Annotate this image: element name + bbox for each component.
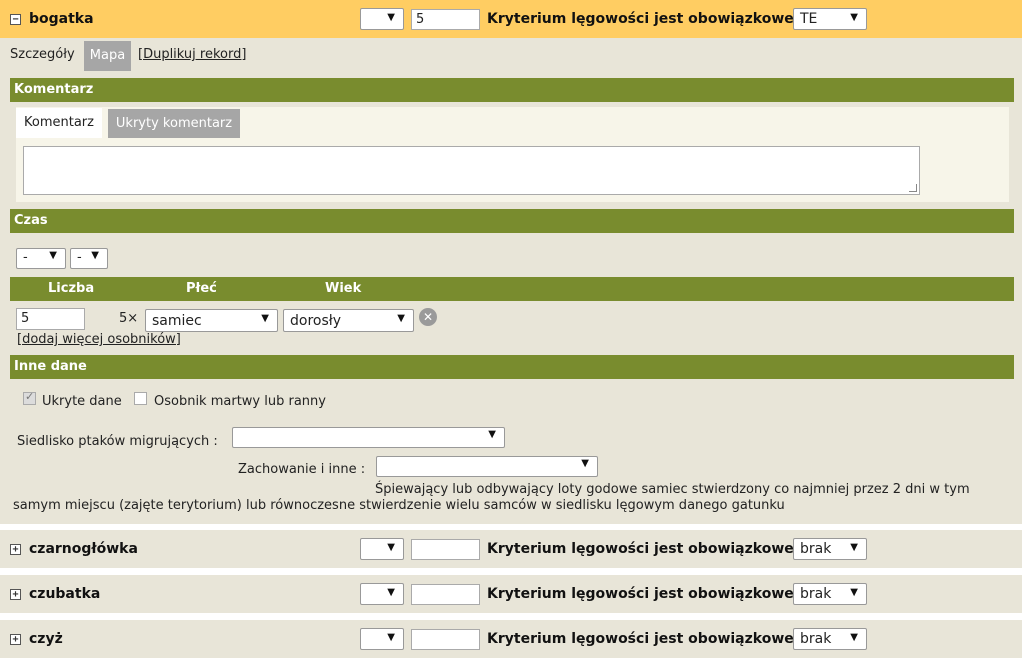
chevron-down-icon: ▼ (387, 12, 395, 23)
criterion-select[interactable]: brak ▼ (793, 628, 867, 650)
behaviour-select[interactable]: ▼ (376, 456, 598, 477)
criterion-select[interactable]: TE ▼ (793, 8, 867, 30)
header-age: Wiek (325, 281, 362, 296)
age-select[interactable]: dorosły ▼ (283, 309, 414, 332)
multiplier-text: 5× (119, 311, 139, 326)
sex-value: samiec (152, 313, 202, 329)
count-table-header: Liczba Płeć Wiek (10, 277, 1014, 301)
count-input[interactable] (411, 538, 480, 560)
species-header-czyz[interactable]: + czyż ▼ Kryterium lęgowości jest obowią… (0, 620, 1022, 658)
chevron-down-icon: ▼ (850, 632, 858, 643)
species-name: czyż (29, 631, 63, 647)
chevron-down-icon: ▼ (397, 313, 405, 324)
species-name: czubatka (29, 586, 101, 602)
behaviour-description-line2: samym miejscu (zajęte terytorium) lub ró… (13, 498, 785, 513)
status-select[interactable]: ▼ (360, 538, 404, 560)
migratory-habitat-label: Siedlisko ptaków migrujących : (17, 434, 218, 449)
comment-textarea[interactable] (23, 146, 920, 195)
count-input[interactable]: 5 (411, 8, 480, 30)
species-header-czarnoglowka[interactable]: + czarnogłówka ▼ Kryterium lęgowości jes… (0, 530, 1022, 568)
dead-injured-checkbox[interactable] (134, 392, 147, 405)
status-select[interactable]: ▼ (360, 628, 404, 650)
hidden-data-label: Ukryte dane (42, 394, 122, 409)
tab-map[interactable]: Mapa (84, 41, 131, 71)
count-input[interactable] (411, 583, 480, 605)
collapse-icon[interactable]: − (10, 13, 21, 25)
status-select[interactable]: ▼ (360, 583, 404, 605)
migratory-habitat-select[interactable]: ▼ (232, 427, 505, 448)
header-count: Liczba (48, 281, 95, 296)
hidden-data-checkbox[interactable] (23, 390, 36, 405)
expand-icon[interactable]: + (10, 588, 21, 600)
criterion-select[interactable]: brak ▼ (793, 583, 867, 605)
time-section-header: Czas (10, 209, 1014, 233)
criterion-value: brak (800, 586, 832, 602)
resize-grip-icon[interactable] (909, 184, 917, 192)
chevron-down-icon: ▼ (850, 542, 858, 553)
time-select-2-value: - (77, 250, 82, 265)
time-select-1[interactable]: - ▼ (16, 248, 66, 269)
criterion-label: Kryterium lęgowości jest obowiązkowe : (487, 631, 805, 647)
tab-comment[interactable]: Komentarz (16, 108, 102, 138)
expand-icon[interactable]: + (10, 543, 21, 555)
criterion-label: Kryterium lęgowości jest obowiązkowe : (487, 11, 805, 27)
remove-row-icon[interactable]: ✕ (419, 308, 437, 326)
age-value: dorosły (290, 313, 342, 329)
individual-count-input[interactable]: 5 (16, 308, 85, 330)
criterion-value: brak (800, 631, 832, 647)
add-more-individuals-link[interactable]: [dodaj więcej osobników] (17, 332, 181, 347)
chevron-down-icon: ▼ (387, 632, 395, 643)
chevron-down-icon: ▼ (387, 542, 395, 553)
header-sex: Płeć (186, 281, 217, 296)
time-select-2[interactable]: - ▼ (70, 248, 108, 269)
chevron-down-icon: ▼ (91, 250, 99, 261)
species-header-bogatka[interactable]: − bogatka ▼ 5 Kryterium lęgowości jest o… (0, 0, 1022, 38)
time-select-1-value: - (23, 250, 28, 265)
criterion-label: Kryterium lęgowości jest obowiązkowe : (487, 541, 805, 557)
species-header-czubatka[interactable]: + czubatka ▼ Kryterium lęgowości jest ob… (0, 575, 1022, 613)
chevron-down-icon: ▼ (49, 250, 57, 261)
chevron-down-icon: ▼ (387, 587, 395, 598)
behaviour-label: Zachowanie i inne : (238, 462, 366, 477)
chevron-down-icon: ▼ (850, 12, 858, 23)
comment-section-header: Komentarz (10, 78, 1014, 102)
chevron-down-icon: ▼ (850, 587, 858, 598)
status-select[interactable]: ▼ (360, 8, 404, 30)
criterion-value: brak (800, 541, 832, 557)
expand-icon[interactable]: + (10, 633, 21, 645)
chevron-down-icon: ▼ (261, 313, 269, 324)
criterion-label: Kryterium lęgowości jest obowiązkowe : (487, 586, 805, 602)
chevron-down-icon: ▼ (581, 458, 589, 469)
criterion-select[interactable]: brak ▼ (793, 538, 867, 560)
tab-hidden-comment[interactable]: Ukryty komentarz (108, 109, 240, 138)
dead-injured-label: Osobnik martwy lub ranny (154, 394, 326, 409)
criterion-value: TE (800, 11, 818, 27)
sex-select[interactable]: samiec ▼ (145, 309, 278, 332)
duplicate-record-link[interactable]: [Duplikuj rekord] (138, 47, 246, 62)
count-input[interactable] (411, 628, 480, 650)
other-data-section-header: Inne dane (10, 355, 1014, 379)
species-name: bogatka (29, 11, 94, 27)
chevron-down-icon: ▼ (488, 429, 496, 440)
species-name: czarnogłówka (29, 541, 138, 557)
tab-details[interactable]: Szczegóły (10, 47, 75, 62)
